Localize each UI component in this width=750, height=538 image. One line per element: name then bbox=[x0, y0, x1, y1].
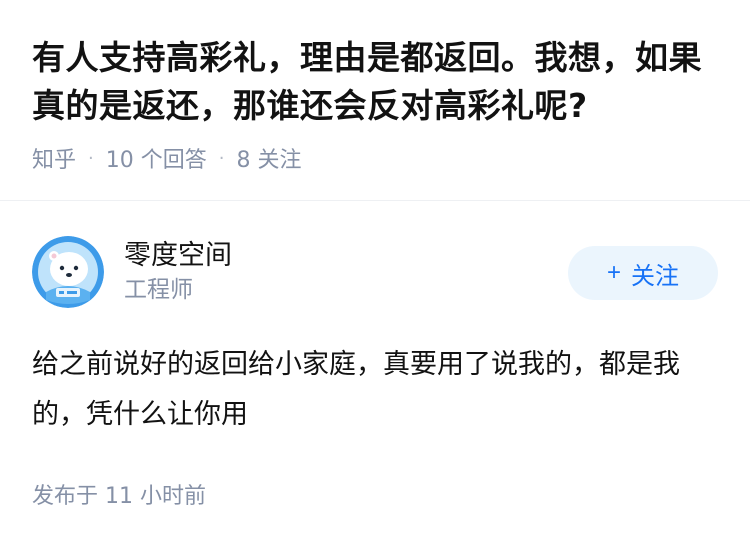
separator-dot: · bbox=[88, 147, 94, 169]
question-header: 有人支持高彩礼，理由是都返回。我想，如果真的是返还，那谁还会反对高彩礼呢? 知乎… bbox=[32, 34, 722, 174]
section-divider bbox=[0, 200, 750, 201]
answer-content[interactable]: 给之前说好的返回给小家庭，真要用了说我的，都是我的，凭什么让你用 bbox=[32, 340, 712, 440]
question-title[interactable]: 有人支持高彩礼，理由是都返回。我想，如果真的是返还，那谁还会反对高彩礼呢? bbox=[32, 34, 722, 130]
publish-time: 发布于 11 小时前 bbox=[32, 484, 206, 509]
follow-button[interactable]: + 关注 bbox=[568, 246, 718, 300]
author-name[interactable]: 零度空间 bbox=[124, 238, 232, 274]
author-title: 工程师 bbox=[124, 277, 193, 303]
polar-bear-astronaut-icon bbox=[32, 236, 104, 308]
avatar[interactable] bbox=[32, 236, 104, 308]
plus-icon: + bbox=[606, 259, 621, 286]
source-label[interactable]: 知乎 bbox=[32, 142, 76, 174]
author-row: 零度空间 工程师 + 关注 bbox=[32, 236, 718, 308]
followers-count: 8 关注 bbox=[236, 148, 302, 173]
separator-dot: · bbox=[218, 147, 225, 169]
follow-button-label: 关注 bbox=[631, 262, 679, 290]
answer-card: 零度空间 工程师 + 关注 给之前说好的返回给小家庭，真要用了说我的，都是我的，… bbox=[32, 236, 718, 510]
question-meta: 知乎 · 10 个回答 · 8 关注 bbox=[32, 142, 722, 174]
author-info: 零度空间 工程师 bbox=[124, 238, 232, 306]
answers-count[interactable]: 10 个回答 bbox=[106, 142, 207, 174]
